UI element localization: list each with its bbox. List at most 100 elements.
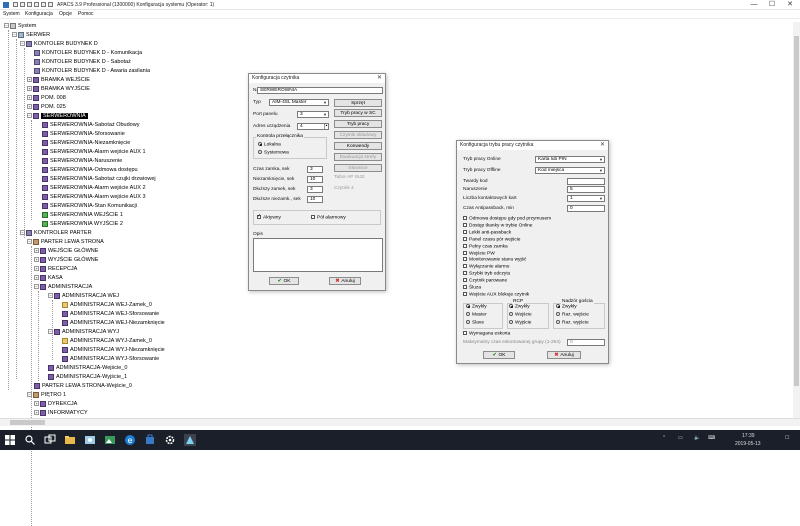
media-player-icon[interactable] bbox=[84, 434, 96, 446]
work-mode-button[interactable]: Tryb pracy bbox=[334, 120, 382, 128]
tree-node[interactable]: KONTOLER BUDYNEK D - Komunikacja bbox=[34, 49, 142, 57]
minimize-button[interactable]: — bbox=[745, 0, 763, 10]
tree-node[interactable]: + WEJŚCIE GŁÓWNE bbox=[34, 247, 98, 255]
collapse-icon[interactable]: − bbox=[48, 293, 53, 299]
escort-time-input[interactable]: 0 bbox=[567, 339, 605, 346]
tree-node[interactable]: − ADMINISTRACJA WYJ bbox=[48, 328, 119, 336]
quick-redo-icon[interactable] bbox=[27, 2, 32, 7]
tree-node[interactable]: + BRAMKA WYJŚCIE bbox=[27, 85, 90, 93]
tree-node[interactable]: + RECEPCJA bbox=[34, 265, 77, 273]
notifications-icon[interactable]: ☐ bbox=[783, 434, 795, 446]
vscroll-thumb[interactable] bbox=[794, 36, 799, 386]
long-unclosed-input[interactable]: 10 bbox=[307, 196, 323, 203]
sc-mode-button[interactable]: Tryb pracy w SC bbox=[334, 109, 382, 117]
tree-node[interactable]: + POM. 008 bbox=[27, 94, 66, 102]
long-lock-input[interactable]: 3 bbox=[307, 186, 323, 193]
dictionaries-button[interactable]: Słownice bbox=[334, 164, 382, 172]
quick-help-icon[interactable] bbox=[48, 2, 53, 7]
tree-node[interactable]: SERWEROWNIA-Sabotaż czujki drzwiowej bbox=[42, 175, 156, 183]
expand-icon[interactable]: + bbox=[27, 104, 32, 110]
description-textarea[interactable] bbox=[253, 238, 383, 272]
tree-horizontal-scrollbar[interactable] bbox=[0, 418, 800, 426]
reader-dialog-close-icon[interactable]: ✕ bbox=[377, 74, 382, 83]
tree-node[interactable]: + DYREKCJA bbox=[34, 400, 77, 408]
tree-node[interactable]: − KONTROLER PARTER bbox=[20, 229, 92, 237]
menu-opcje[interactable]: Opcje bbox=[59, 11, 72, 17]
name-input[interactable]: SERWEROWNIA bbox=[257, 87, 383, 94]
tree-node[interactable]: − SERWER bbox=[12, 31, 50, 39]
collapse-icon[interactable]: − bbox=[48, 329, 53, 335]
store-icon[interactable] bbox=[144, 434, 156, 446]
tree-node[interactable]: ADMINISTRACJA-Wyjście_1 bbox=[48, 373, 127, 381]
guest-entry-radio[interactable]: Raz. wejście bbox=[556, 312, 589, 318]
tray-chevron-icon[interactable]: ⌃ bbox=[660, 434, 672, 446]
tree-node[interactable]: + INFORMATYCY bbox=[34, 409, 88, 417]
collapse-icon[interactable]: − bbox=[20, 41, 25, 47]
mode-option-checkbox[interactable]: Śluza bbox=[463, 285, 481, 291]
tree-node[interactable]: SERWEROWNIA WEJŚCIE 1 bbox=[42, 211, 123, 219]
close-button[interactable]: ✕ bbox=[781, 0, 799, 10]
tree-node[interactable]: SERWEROWNIA-Alarm wejście AUX 1 bbox=[42, 148, 146, 156]
offline-select[interactable]: Kod miejsca ▼ bbox=[535, 167, 605, 174]
tree-node[interactable]: − KONTOLER BUDYNEK D bbox=[20, 40, 98, 48]
tree-node[interactable]: SERWEROWNIA WYJŚCIE 2 bbox=[42, 220, 123, 228]
tree-node[interactable]: ADMINISTRACJA WYJ-Sforsowanie bbox=[62, 355, 159, 363]
tree-node[interactable]: SERWEROWNIA-Sforsowanie bbox=[42, 130, 125, 138]
expand-icon[interactable]: + bbox=[27, 77, 32, 83]
windows-start-icon[interactable] bbox=[4, 434, 16, 446]
type-select[interactable]: AIM-4SL Master ▼ bbox=[269, 99, 329, 106]
tree-node[interactable]: − ADMINISTRACJA bbox=[34, 283, 92, 291]
mode-option-checkbox[interactable]: Dostęp tkanky w trybie Online bbox=[463, 222, 532, 229]
tree-node[interactable]: ADMINISTRACJA-Wejście_0 bbox=[48, 364, 127, 372]
edge-browser-icon[interactable]: e bbox=[124, 434, 136, 446]
system-tree[interactable]: − System − SERWER − KONTOLER BUDYNEK D KONTOLE… bbox=[0, 22, 240, 526]
expand-icon[interactable]: + bbox=[34, 410, 39, 416]
antipassback-input[interactable]: 0 bbox=[567, 205, 605, 212]
collapse-icon[interactable]: − bbox=[12, 32, 17, 38]
expand-icon[interactable]: + bbox=[27, 86, 32, 92]
violation-input[interactable]: 5 bbox=[567, 186, 605, 193]
tree-vertical-scrollbar[interactable] bbox=[793, 22, 800, 418]
menu-konfiguracja[interactable]: Konfiguracja bbox=[25, 11, 53, 17]
active-checkbox[interactable]: Aktywny bbox=[257, 213, 281, 221]
cards-select[interactable]: 1 ▼ bbox=[567, 195, 605, 202]
escort-checkbox[interactable]: Wymagana eskorta bbox=[463, 331, 510, 337]
role-master-radio[interactable]: Master bbox=[466, 312, 487, 318]
tree-node[interactable]: − ADMINISTRACJA WEJ bbox=[48, 292, 119, 300]
tree-node[interactable]: KONTOLER BUDYNEK D - Sabotaż bbox=[34, 58, 131, 66]
mode-option-checkbox[interactable]: Odmowa dostępu gdy pod przymusem bbox=[463, 216, 551, 222]
mode-option-checkbox[interactable]: Wyłączanie alarmu bbox=[463, 264, 509, 270]
tree-node[interactable]: SERWEROWNIA-Stan Komunikacji bbox=[42, 202, 137, 210]
rcp-normal-radio[interactable]: Zwykły bbox=[509, 304, 530, 310]
tree-node[interactable]: ADMINISTRACJA WYJ-Niezamknięcie bbox=[62, 346, 165, 354]
tree-node[interactable]: − SERWEROWNIA bbox=[27, 112, 88, 120]
expand-icon[interactable]: + bbox=[34, 257, 39, 263]
hard-code-input[interactable] bbox=[567, 178, 605, 185]
tree-node[interactable]: SERWEROWNIA-Naruszenie bbox=[42, 157, 122, 165]
tree-node[interactable]: ADMINISTRACJA WEJ-Zamek_0 bbox=[62, 301, 152, 309]
rcp-exit-radio[interactable]: Wyjście bbox=[509, 320, 531, 326]
guest-normal-radio[interactable]: Zwykły bbox=[556, 304, 577, 310]
expand-icon[interactable]: + bbox=[34, 248, 39, 254]
conventions-button[interactable]: Konwendy bbox=[334, 142, 382, 150]
radio-local[interactable]: Lokalna bbox=[258, 142, 281, 148]
mode-option-checkbox[interactable]: Panel czasu pór wejście bbox=[463, 236, 520, 243]
file-explorer-icon[interactable] bbox=[64, 434, 76, 446]
tree-node[interactable]: + KASA bbox=[34, 274, 63, 282]
expand-icon[interactable]: + bbox=[34, 275, 39, 281]
tree-node[interactable]: SERWEROWNIA-Alarm wejście AUX 2 bbox=[42, 184, 146, 192]
network-icon[interactable]: ▭ bbox=[676, 434, 688, 446]
collapse-icon[interactable]: − bbox=[27, 113, 32, 119]
volume-icon[interactable]: 🔈 bbox=[692, 434, 704, 446]
port-select[interactable]: 3 ▼ bbox=[297, 111, 329, 118]
quick-undo-icon[interactable] bbox=[20, 2, 25, 7]
expand-icon[interactable]: + bbox=[34, 266, 39, 272]
collapse-icon[interactable]: − bbox=[27, 239, 32, 245]
clock-time[interactable]: 17:39 bbox=[742, 433, 755, 439]
photos-icon[interactable] bbox=[104, 434, 116, 446]
tree-node[interactable]: SERWEROWNIA-Alarm wejście AUX 3 bbox=[42, 193, 146, 201]
tree-node[interactable]: − System bbox=[4, 22, 36, 30]
spin-arrows-icon[interactable]: ▲▼ bbox=[324, 124, 328, 129]
mode-option-checkbox[interactable]: Wejście AUX blokuje czytnik bbox=[463, 291, 529, 298]
maximize-button[interactable]: ☐ bbox=[763, 0, 781, 10]
